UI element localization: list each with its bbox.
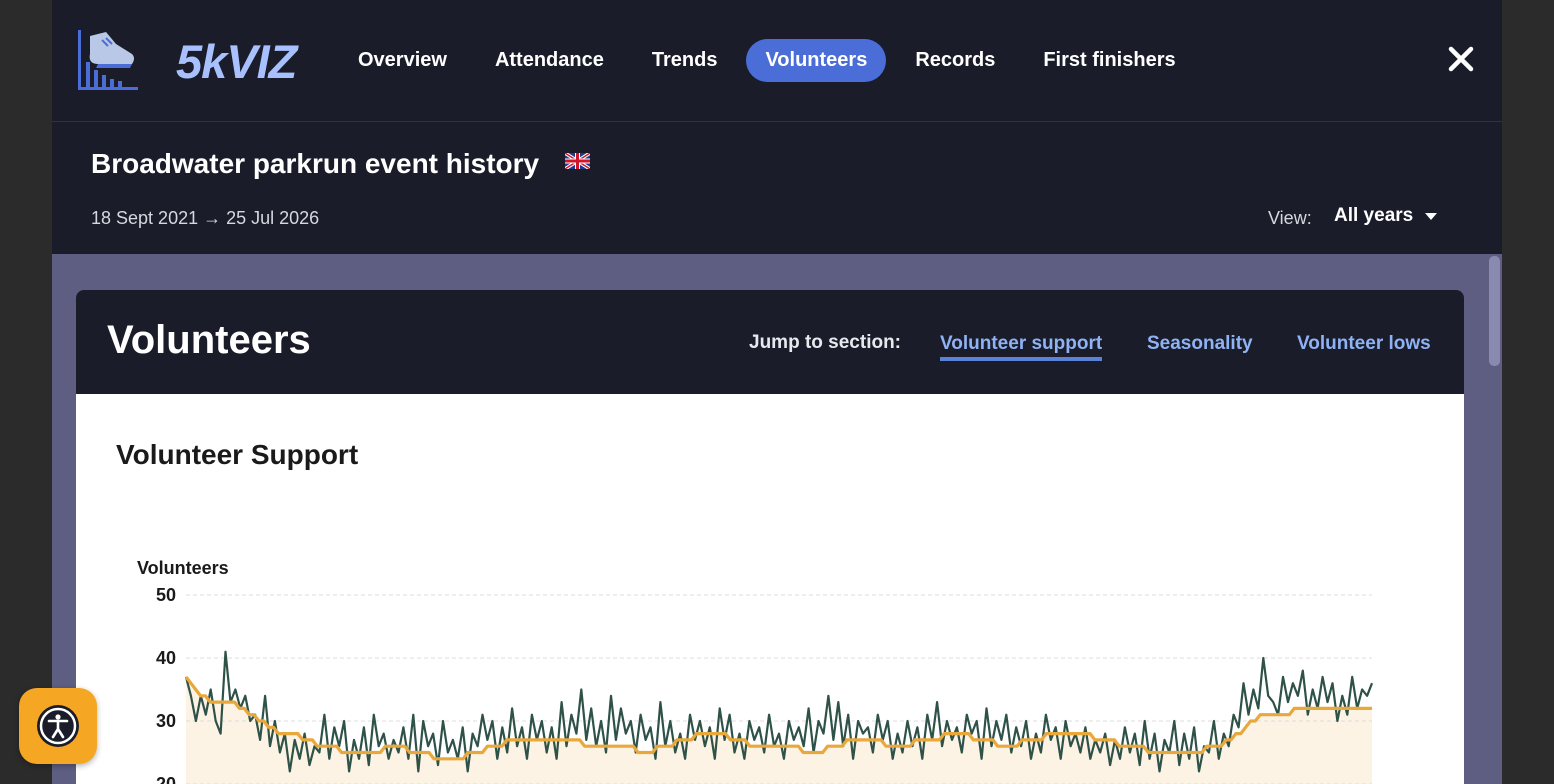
- nav-attendance[interactable]: Attendance: [476, 39, 623, 82]
- uk-flag-icon: [565, 153, 590, 169]
- main-nav: Overview Attendance Trends Volunteers Re…: [339, 38, 1205, 82]
- nav-volunteers[interactable]: Volunteers: [746, 38, 887, 82]
- section-title: Volunteers: [107, 318, 311, 362]
- y-tick-50: 50: [156, 585, 176, 605]
- caret-down-icon: [1425, 212, 1438, 220]
- rolling-average-line: [184, 675, 1372, 761]
- volunteer-support-chart: Volunteers 50 40 30 20: [137, 558, 1374, 784]
- top-navigation: 5kVIZ Overview Attendance Trends Volunte…: [52, 0, 1502, 122]
- nav-records[interactable]: Records: [896, 39, 1014, 82]
- logo-text: 5kVIZ: [176, 35, 297, 88]
- event-header: Broadwater parkrun event history 18 Sept…: [52, 122, 1502, 254]
- logo[interactable]: 5kVIZ: [76, 28, 297, 94]
- app-window: 5kVIZ Overview Attendance Trends Volunte…: [52, 0, 1502, 784]
- nav-overview[interactable]: Overview: [339, 39, 466, 82]
- logo-chart-shoe-icon: [78, 30, 138, 90]
- view-label: View:: [1268, 208, 1312, 228]
- scrollbar-thumb[interactable]: [1489, 256, 1500, 366]
- event-title: Broadwater parkrun event history: [91, 148, 540, 179]
- accessibility-icon: [37, 705, 79, 747]
- close-icon[interactable]: [1446, 44, 1476, 74]
- jump-link-seasonality[interactable]: Seasonality: [1147, 333, 1253, 355]
- nav-first-finishers[interactable]: First finishers: [1024, 39, 1194, 82]
- jump-link-volunteer-support[interactable]: Volunteer support: [940, 333, 1103, 361]
- accessibility-button[interactable]: [19, 688, 97, 764]
- y-axis-label: Volunteers: [137, 558, 229, 578]
- section-header: Volunteers Jump to section: Volunteer su…: [76, 290, 1464, 394]
- view-dropdown[interactable]: All years: [1334, 205, 1438, 227]
- nav-trends[interactable]: Trends: [633, 39, 737, 82]
- jump-link-volunteer-lows[interactable]: Volunteer lows: [1297, 333, 1431, 355]
- y-tick-30: 30: [156, 711, 176, 731]
- y-tick-20: 20: [156, 774, 176, 784]
- event-date-range: 18 Sept 2021 → 25 Jul 2026: [91, 208, 320, 228]
- y-tick-40: 40: [156, 648, 176, 668]
- jump-to-section-label: Jump to section:: [749, 332, 902, 353]
- volunteer-support-panel: Volunteer Support Volunteers 50 40 30 20: [76, 394, 1464, 784]
- view-dropdown-value: All years: [1334, 205, 1414, 226]
